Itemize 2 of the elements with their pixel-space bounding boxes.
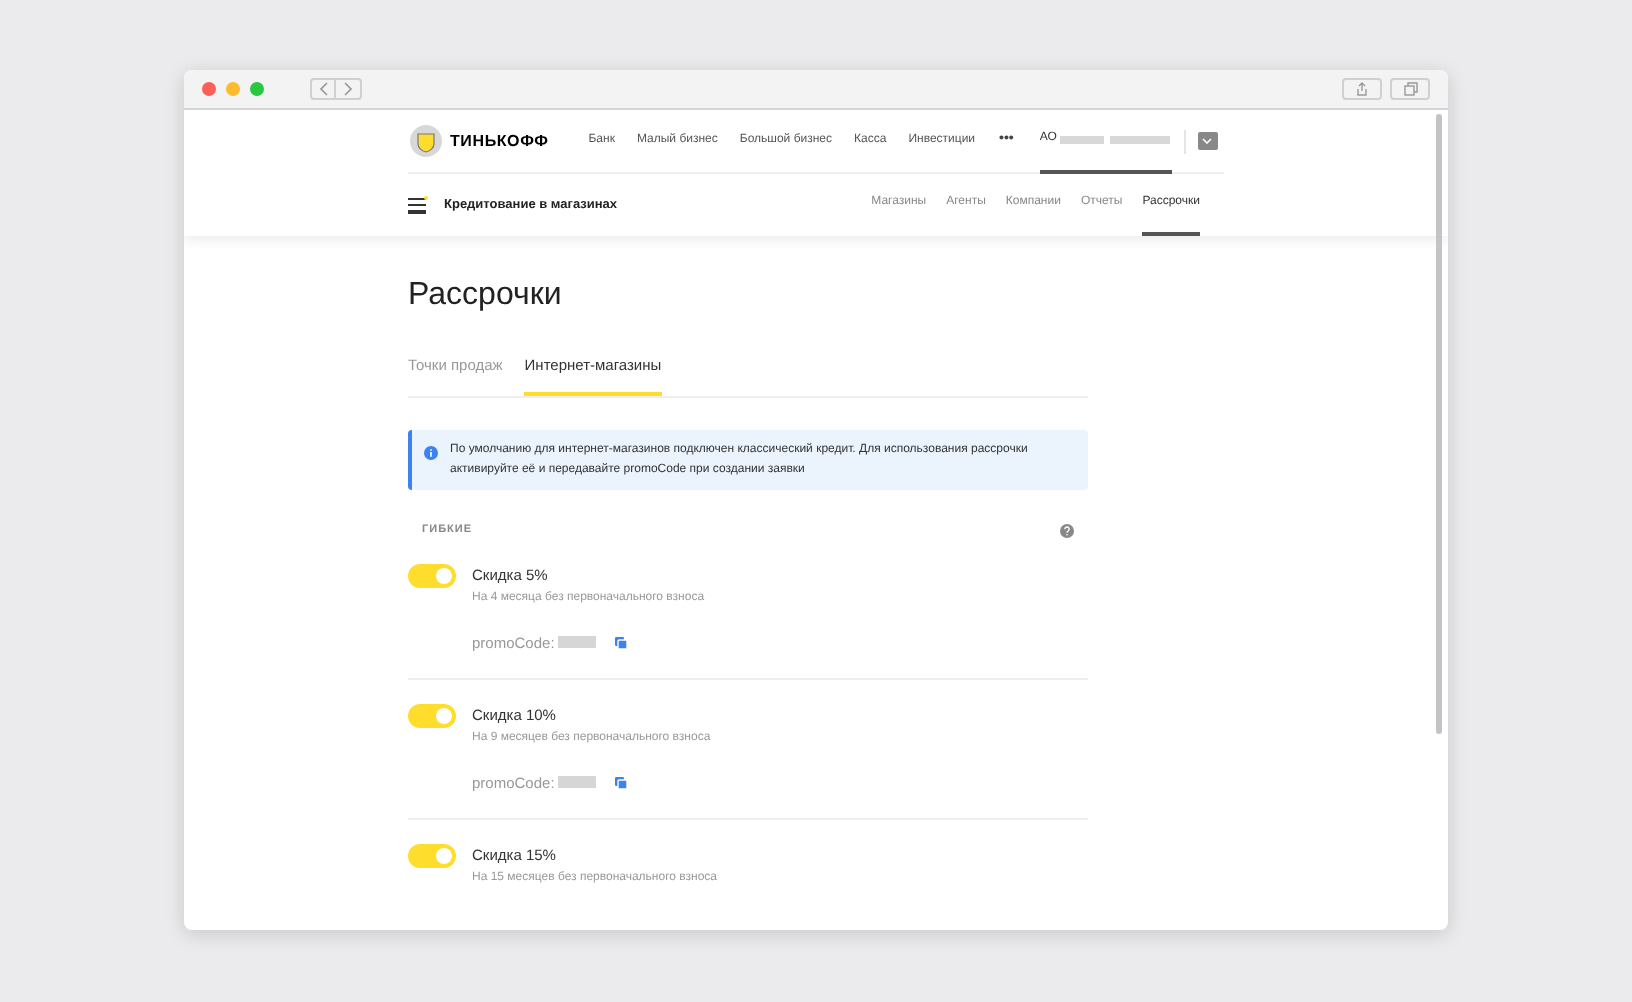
page-title: Рассрочки — [408, 276, 564, 316]
brand-name[interactable]: ТИНЬКОФФ — [450, 129, 549, 153]
